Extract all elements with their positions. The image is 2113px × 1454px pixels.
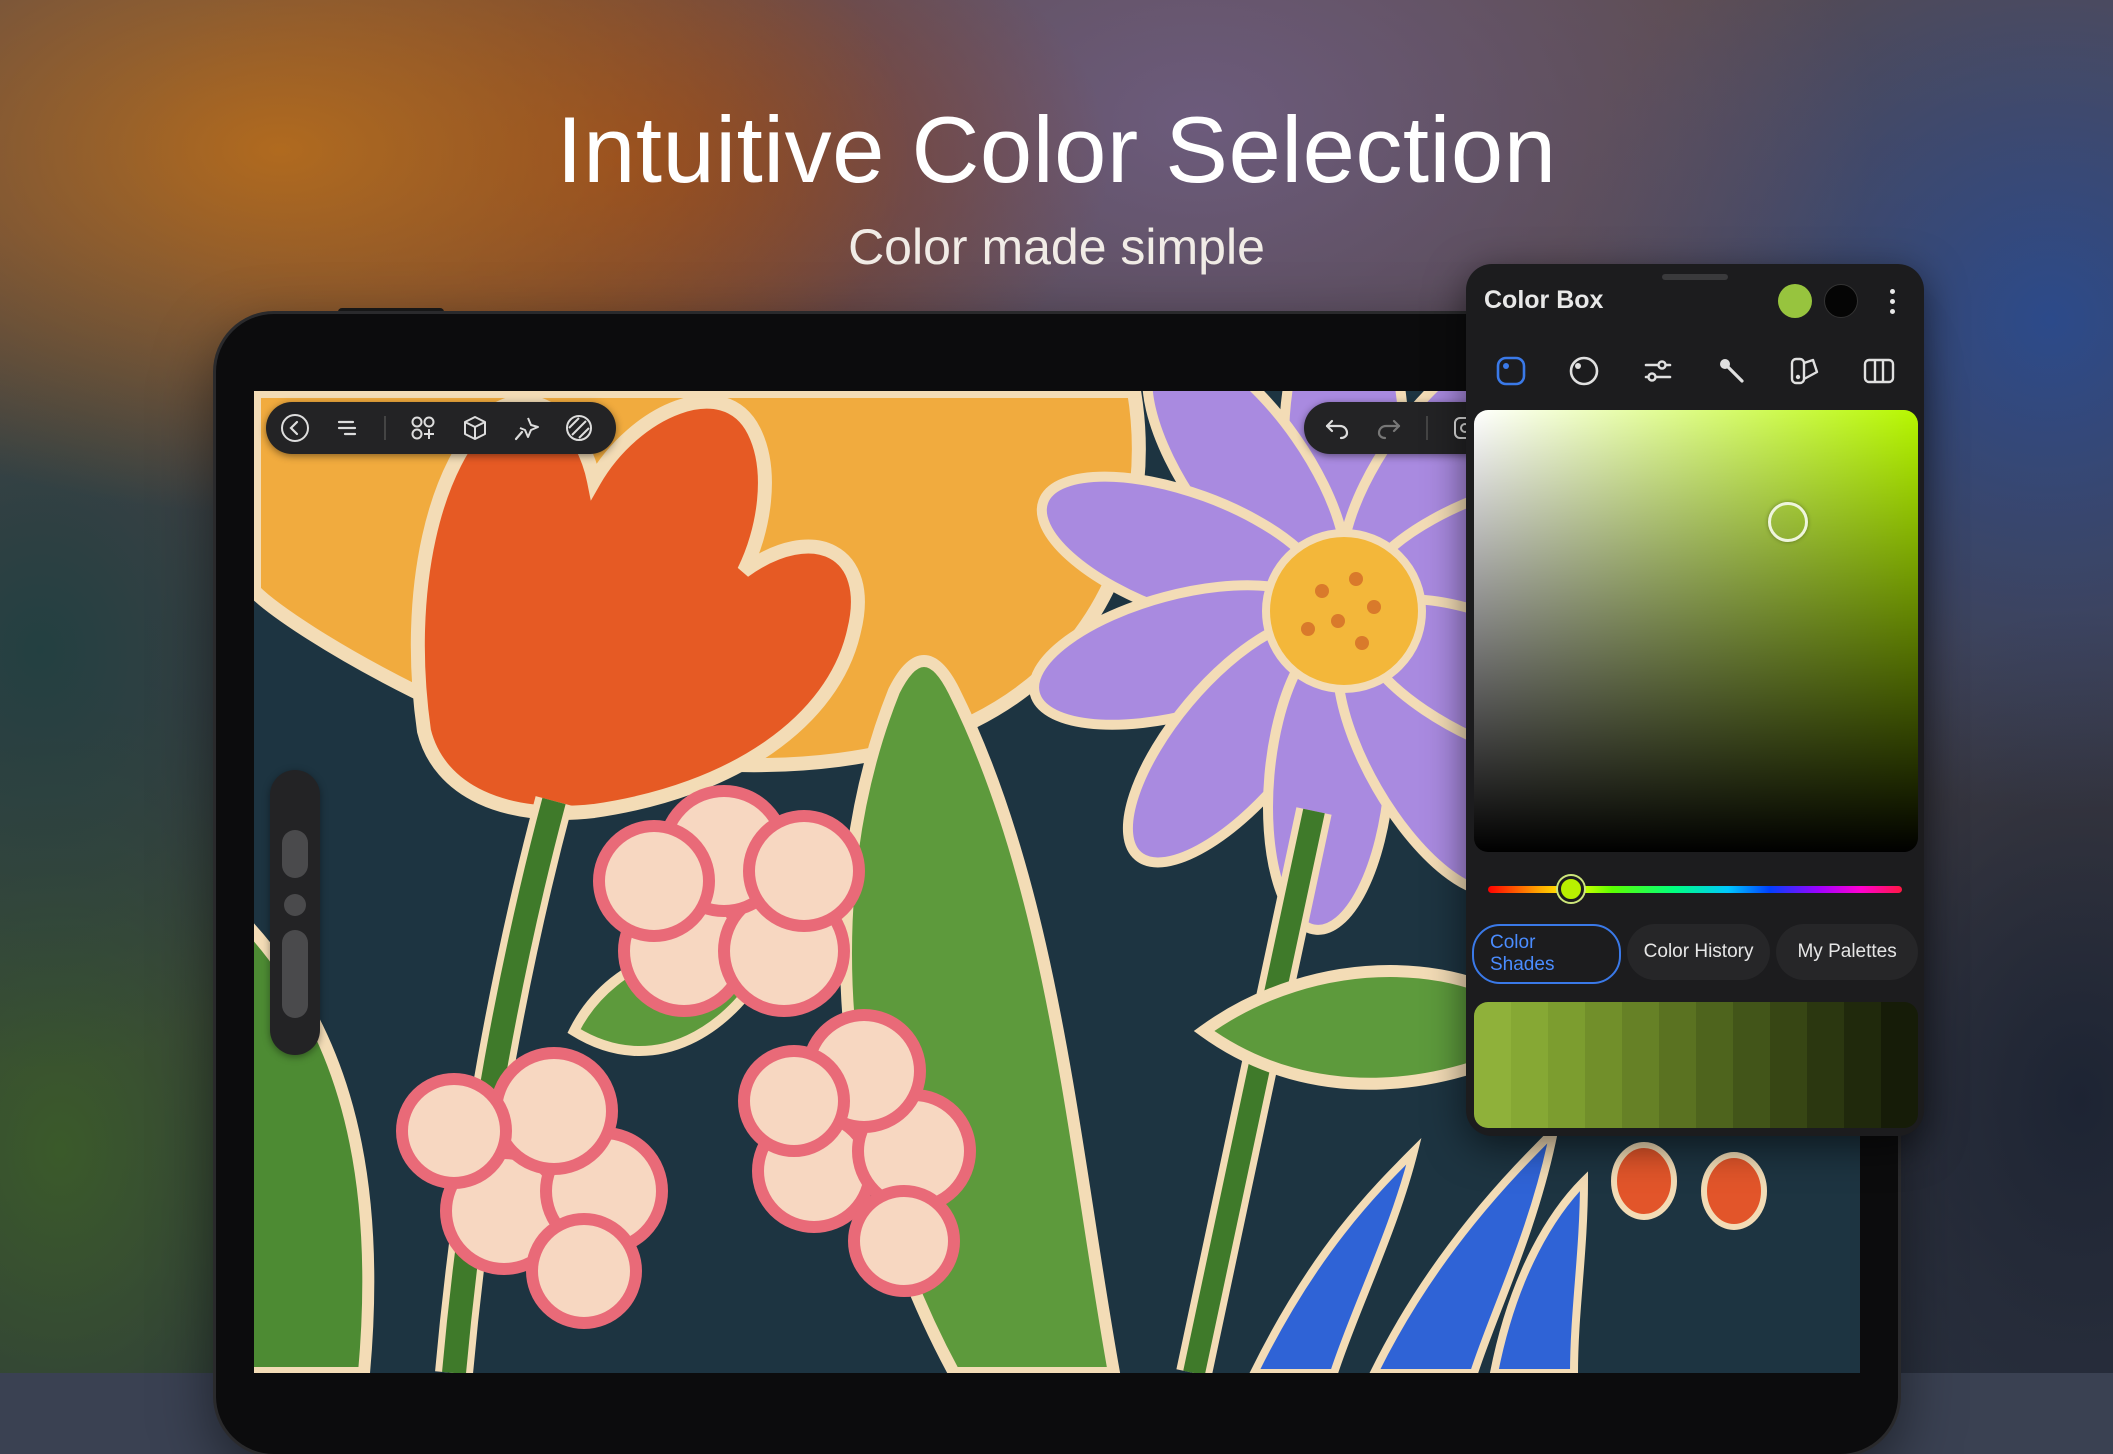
brush-opacity-handle[interactable] — [282, 930, 308, 1018]
split-panel-icon[interactable] — [1852, 344, 1906, 398]
back-icon[interactable] — [280, 413, 310, 443]
brush-size-opacity-slider[interactable] — [270, 770, 320, 1055]
tab-my-palettes[interactable]: My Palettes — [1776, 924, 1918, 980]
brush-size-handle[interactable] — [282, 830, 308, 878]
redo-icon[interactable] — [1374, 413, 1404, 443]
palette-icon[interactable] — [1778, 344, 1832, 398]
color-shade-swatch[interactable] — [1511, 1002, 1548, 1128]
sliders-icon[interactable] — [1631, 344, 1685, 398]
more-options-icon[interactable] — [1882, 282, 1902, 320]
color-shade-swatch[interactable] — [1733, 1002, 1770, 1128]
shapes-icon[interactable] — [408, 413, 438, 443]
undo-icon[interactable] — [1322, 413, 1352, 443]
color-shade-swatch[interactable] — [1659, 1002, 1696, 1128]
color-shade-swatch[interactable] — [1622, 1002, 1659, 1128]
blend-icon[interactable] — [564, 413, 594, 443]
color-subtabs: Color Shades Color History My Palettes — [1472, 924, 1918, 984]
color-shade-swatch[interactable] — [1881, 1002, 1918, 1128]
color-shade-swatch[interactable] — [1807, 1002, 1844, 1128]
color-picker-handle[interactable] — [1768, 502, 1808, 542]
panel-title: Color Box — [1484, 286, 1604, 314]
color-shade-swatch[interactable] — [1844, 1002, 1881, 1128]
color-shade-swatch[interactable] — [1548, 1002, 1585, 1128]
hue-slider-track[interactable] — [1488, 886, 1902, 893]
color-mode-tabs — [1474, 344, 1916, 398]
primary-color-swatch[interactable] — [1778, 284, 1812, 318]
tab-color-shades[interactable]: Color Shades — [1472, 924, 1621, 984]
color-shade-swatch[interactable] — [1696, 1002, 1733, 1128]
hue-slider-thumb[interactable] — [1557, 876, 1584, 902]
3d-cube-icon[interactable] — [460, 413, 490, 443]
color-shades-strip — [1474, 1002, 1918, 1128]
color-shade-swatch[interactable] — [1585, 1002, 1622, 1128]
toolbar-divider — [1426, 416, 1428, 440]
color-disc-icon[interactable] — [1484, 344, 1538, 398]
toolbar-divider — [384, 416, 386, 440]
saturation-brightness-picker[interactable] — [1474, 410, 1918, 852]
eyedropper-shortcut[interactable] — [284, 894, 306, 916]
color-shade-swatch[interactable] — [1770, 1002, 1807, 1128]
color-shade-swatch[interactable] — [1474, 1002, 1511, 1128]
tab-color-history[interactable]: Color History — [1626, 924, 1771, 980]
color-wheel-icon[interactable] — [1557, 344, 1611, 398]
layers-menu-icon[interactable] — [332, 413, 362, 443]
secondary-color-swatch[interactable] — [1824, 284, 1858, 318]
panel-drag-handle[interactable] — [1662, 274, 1728, 280]
magic-wand-icon[interactable] — [512, 413, 542, 443]
color-box-panel: Color Box Color Shades Color History My … — [1466, 264, 1924, 1136]
headline-title: Intuitive Color Selection — [556, 97, 1557, 202]
left-toolbar — [266, 402, 616, 454]
eyedropper-icon[interactable] — [1705, 344, 1759, 398]
